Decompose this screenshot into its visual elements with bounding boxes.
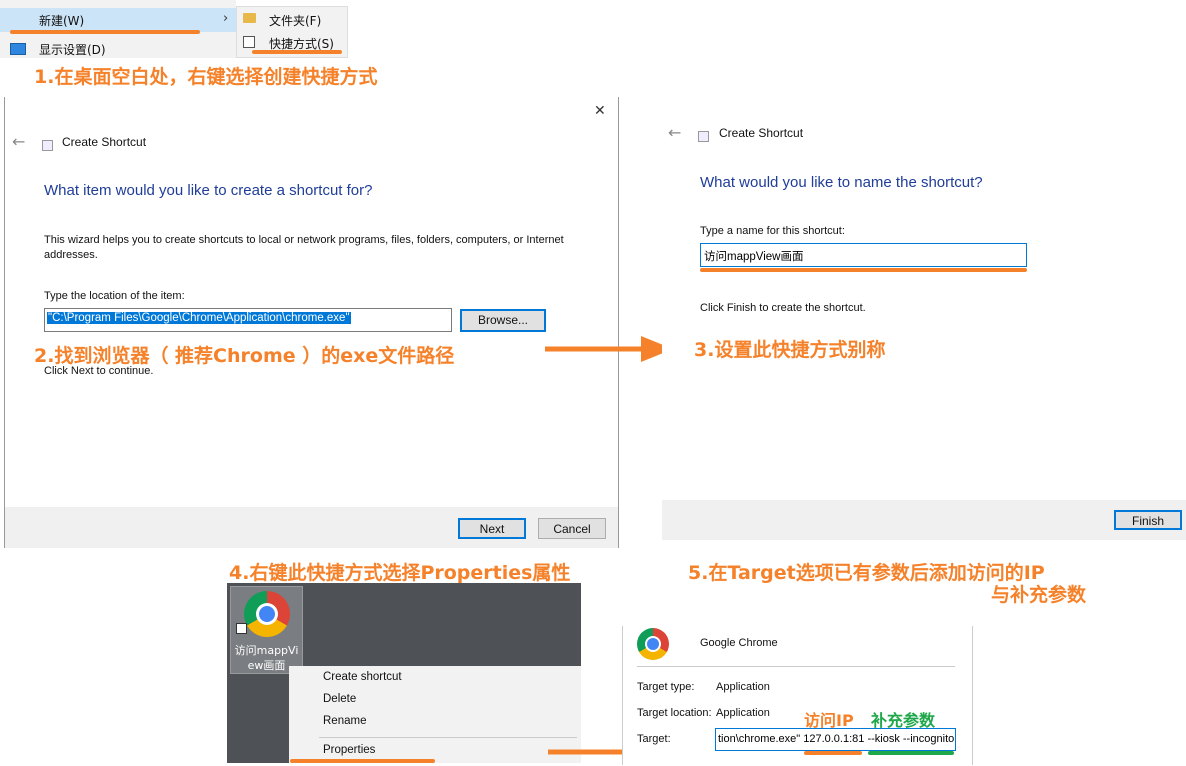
shortcut-small-icon xyxy=(698,131,709,142)
shortcut-name-value: 访问mappView画面 xyxy=(704,251,804,263)
menu-item-new-label: 新建(W) xyxy=(39,14,85,28)
folder-icon xyxy=(243,13,256,23)
properties-divider xyxy=(637,666,955,667)
next-button[interactable]: Next xyxy=(458,518,526,539)
step5-annotation-line2: 与补充参数 xyxy=(991,584,1087,606)
desktop-shortcut[interactable]: 访问mappView画面 xyxy=(230,586,303,674)
shortcut-name-input[interactable]: 访问mappView画面 xyxy=(700,243,1027,267)
target-value: tion\chrome.exe" 127.0.0.1:81 --kiosk --… xyxy=(718,733,955,745)
target-location-value: Application xyxy=(716,707,770,719)
step3-annotation: 3.设置此快捷方式别称 xyxy=(694,339,886,361)
browse-button[interactable]: Browse... xyxy=(460,309,546,332)
location-label: Type the location of the item: xyxy=(44,290,185,302)
name-label: Type a name for this shortcut: xyxy=(700,225,845,237)
menu-delete[interactable]: Delete xyxy=(323,693,356,705)
back-arrow-icon[interactable]: ← xyxy=(668,123,681,142)
menu-properties[interactable]: Properties xyxy=(323,744,375,756)
right-click-menu: Create shortcut Delete Rename Properties xyxy=(289,666,581,763)
menu-create-shortcut[interactable]: Create shortcut xyxy=(323,671,402,683)
wizard1-footer xyxy=(5,507,618,548)
shortcut-icon xyxy=(243,36,255,48)
cancel-button[interactable]: Cancel xyxy=(538,518,606,539)
wizard2-footer xyxy=(662,500,1186,540)
step2-annotation: 2.找到浏览器（ 推荐Chrome ）的exe文件路径 xyxy=(34,345,455,367)
wizard2-title: Create Shortcut xyxy=(719,126,804,140)
underline-shortcut xyxy=(252,50,342,54)
step1-annotation: 1.在桌面空白处，右键选择创建快捷方式 xyxy=(34,66,378,88)
underline-params xyxy=(868,751,954,755)
back-arrow-icon[interactable]: ← xyxy=(12,132,25,151)
target-location-label: Target location: xyxy=(637,707,712,719)
shortcut-small-icon xyxy=(42,140,53,151)
desktop-context-menu: 新建(W) › 显示设置(D) xyxy=(0,0,236,58)
arrow-right-icon xyxy=(545,336,673,362)
chevron-right-icon: › xyxy=(223,11,229,26)
properties-dialog: Google Chrome Target type: Application T… xyxy=(622,626,973,765)
chrome-icon xyxy=(637,628,669,660)
menu-rename[interactable]: Rename xyxy=(323,715,366,727)
underline-name xyxy=(700,268,1027,272)
desktop-area: 访问mappView画面 Create shortcut Delete Rena… xyxy=(227,583,581,763)
target-input[interactable]: tion\chrome.exe" 127.0.0.1:81 --kiosk --… xyxy=(715,728,956,751)
location-input[interactable]: "C:\Program Files\Google\Chrome\Applicat… xyxy=(44,308,452,332)
location-value-selected: "C:\Program Files\Google\Chrome\Applicat… xyxy=(47,312,351,324)
target-label: Target: xyxy=(637,733,671,745)
annotation-ip: 访问IP xyxy=(804,711,854,730)
close-icon[interactable]: ✕ xyxy=(594,103,606,119)
wizard1-window: ✕ ← Create Shortcut What item would you … xyxy=(4,97,619,548)
finish-button[interactable]: Finish xyxy=(1114,510,1182,530)
app-name: Google Chrome xyxy=(700,637,778,649)
underline-properties xyxy=(290,759,435,763)
wizard2-heading: What would you like to name the shortcut… xyxy=(700,174,983,191)
wizard1-heading: What item would you like to create a sho… xyxy=(44,182,373,199)
finish-text: Click Finish to create the shortcut. xyxy=(700,302,866,314)
target-type-value: Application xyxy=(716,681,770,693)
wizard2-window: ← Create Shortcut What would you like to… xyxy=(662,97,1186,540)
menu-item-display-settings[interactable]: 显示设置(D) xyxy=(39,41,106,58)
underline-ip xyxy=(804,751,862,755)
underline-new xyxy=(10,30,200,34)
submenu-item-folder[interactable]: 文件夹(F) xyxy=(269,12,321,29)
wizard1-title: Create Shortcut xyxy=(62,135,147,149)
shortcut-overlay-icon xyxy=(236,623,247,634)
wizard1-description: This wizard helps you to create shortcut… xyxy=(44,234,564,261)
menu-divider xyxy=(319,737,577,738)
step4-annotation: 4.右键此快捷方式选择Properties属性 xyxy=(229,562,571,584)
chrome-icon xyxy=(244,591,290,637)
monitor-icon xyxy=(10,43,26,55)
annotation-params: 补充参数 xyxy=(871,711,936,730)
menu-item-new[interactable]: 新建(W) › xyxy=(0,8,236,32)
target-type-label: Target type: xyxy=(637,681,695,693)
